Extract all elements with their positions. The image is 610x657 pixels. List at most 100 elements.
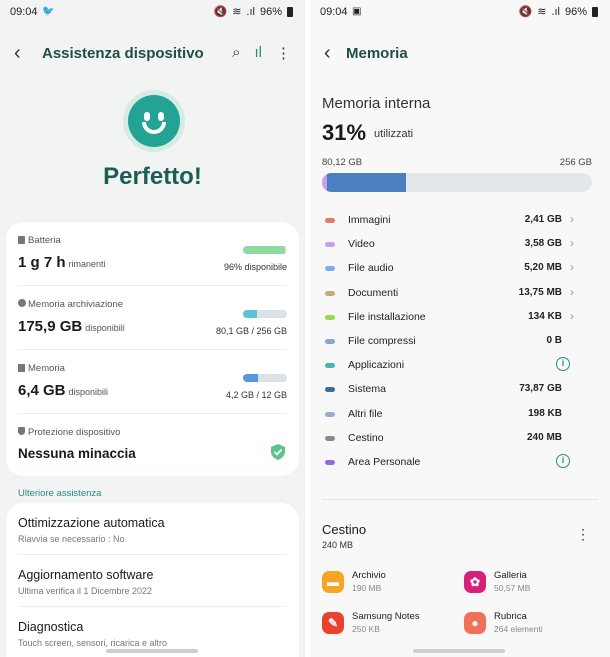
battery-small-icon — [18, 236, 25, 244]
contacts-icon: ● — [464, 612, 486, 634]
status-bar: 09:04 🐦 🔇 ≋ .ıl 96% — [0, 0, 305, 24]
chevron-right-icon[interactable]: › — [570, 285, 574, 299]
category-name: Applicazioni — [348, 359, 405, 372]
memory-detail: 4,2 GB / 12 GB — [225, 390, 287, 400]
app-name: Archivio — [352, 570, 386, 581]
total-amount: 256 GB — [559, 157, 592, 168]
category-name: Documenti — [348, 286, 399, 299]
mute-icon: 🔇 — [518, 6, 533, 18]
category-color-dot — [325, 363, 335, 369]
signal-icon: .ıl — [246, 5, 255, 18]
category-name: Video — [348, 238, 375, 251]
category-size: 134 KB — [528, 310, 562, 322]
back-arrow-icon[interactable]: ‹ — [14, 42, 21, 65]
category-name: Altri file — [348, 407, 383, 420]
storage-screen: 09:04 ▣ 🔇 ≋ .ıl 96% ‹ Memoria Memoria in… — [310, 0, 610, 657]
storage-category-area-personale[interactable]: Area Personale i — [322, 454, 574, 473]
storage-small-icon — [18, 299, 26, 307]
info-icon[interactable]: i — [556, 454, 570, 468]
battery-percent: 96% — [259, 5, 282, 18]
app-bar: ‹ Assistenza dispositivo ⌕ ıl ⋮ — [0, 38, 305, 70]
chevron-right-icon[interactable]: › — [570, 212, 574, 226]
info-icon[interactable]: i — [556, 357, 570, 372]
section-divider — [322, 499, 598, 500]
storage-bar — [243, 310, 287, 318]
wifi-icon: ≋ — [232, 6, 242, 18]
storage-category-documenti[interactable]: Documenti 13,75 MB › — [322, 285, 574, 304]
category-color-dot — [325, 266, 335, 272]
status-bar: 09:04 ▣ 🔇 ≋ .ıl 96% — [310, 0, 610, 24]
category-color-dot — [325, 387, 335, 393]
app-name: Samsung Notes — [352, 611, 420, 622]
battery-icon — [287, 6, 293, 17]
protection-row[interactable]: Protezione dispositivo Nessuna minaccia — [18, 426, 287, 472]
trash-app-archivio[interactable]: ▬ Archivio 190 MB — [322, 568, 462, 598]
category-name: Area Personale — [348, 456, 421, 468]
chevron-right-icon[interactable]: › — [570, 309, 574, 323]
battery-label: Batteria — [28, 235, 61, 246]
storage-category-video[interactable]: Video 3,58 GB › — [322, 236, 574, 255]
more-options-icon[interactable]: ⋮ — [576, 526, 590, 543]
gallery-notification-icon: ▣ — [352, 6, 362, 17]
category-color-dot — [325, 242, 335, 248]
storage-category-applicazioni[interactable]: Applicazioni i — [322, 357, 574, 376]
battery-icon — [592, 6, 598, 17]
storage-category-file-audio[interactable]: File audio 5,20 MB › — [322, 260, 574, 279]
chevron-right-icon[interactable]: › — [570, 260, 574, 274]
trash-size: 240 MB — [322, 540, 354, 550]
category-name: File audio — [348, 262, 394, 275]
category-name: Cestino — [348, 431, 384, 444]
more-options-icon[interactable]: ⋮ — [276, 44, 291, 62]
app-size: 264 elementi — [494, 624, 543, 634]
nav-handle[interactable] — [106, 649, 198, 653]
storage-category-immagini[interactable]: Immagini 2,41 GB › — [322, 212, 574, 231]
category-name: Immagini — [348, 214, 391, 226]
search-icon[interactable]: ⌕ — [232, 44, 240, 62]
trash-app-samsung-notes[interactable]: ✎ Samsung Notes 250 KB — [322, 609, 462, 639]
category-size: 2,41 GB — [524, 214, 562, 225]
storage-bar-segment-system — [327, 173, 406, 192]
status-smiley-icon — [123, 90, 185, 152]
category-name: File compressi — [348, 335, 416, 347]
trash-app-rubrica[interactable]: ● Rubrica 264 elementi — [464, 609, 604, 639]
section-title: Ulteriore assistenza — [18, 488, 102, 499]
trash-app-galleria[interactable]: ✿ Galleria 50,57 MB — [464, 568, 604, 598]
page-title: Assistenza dispositivo — [42, 45, 204, 62]
battery-row[interactable]: Batteria 1 g 7 h rimanenti 96% disponibil… — [18, 234, 287, 286]
memory-value: 6,4 GB disponibili — [18, 382, 109, 399]
page-title: Memoria — [346, 45, 408, 62]
storage-usage-bar — [322, 173, 592, 192]
app-name: Rubrica — [494, 611, 527, 622]
back-arrow-icon[interactable]: ‹ — [324, 42, 331, 65]
stats-icon[interactable]: ıl — [255, 44, 263, 62]
app-size: 190 MB — [352, 583, 382, 593]
internal-storage-label: Memoria interna — [322, 95, 431, 112]
gallery-icon: ✿ — [464, 571, 486, 593]
storage-category-file-installazione[interactable]: File installazione 134 KB › — [322, 309, 574, 328]
battery-detail: 96% disponibile — [223, 262, 287, 272]
storage-row[interactable]: Memoria archiviazione 175,9 GB disponibil… — [18, 298, 287, 350]
storage-detail: 80,1 GB / 256 GB — [215, 326, 287, 336]
battery-value: 1 g 7 h rimanenti — [18, 254, 106, 271]
category-color-dot — [325, 218, 335, 223]
category-color-dot — [325, 411, 335, 417]
category-size: 5,20 MB — [524, 262, 562, 274]
category-size: 13,75 MB — [518, 286, 562, 298]
protection-label: Protezione dispositivo — [28, 427, 121, 438]
chevron-right-icon[interactable]: › — [570, 236, 574, 250]
memory-row[interactable]: Memoria 6,4 GB disponibili 4,2 GB / 12 GB — [18, 362, 287, 414]
category-size: 198 KB — [528, 407, 562, 419]
storage-category-cestino: Cestino 240 MB — [322, 431, 574, 449]
storage-category-sistema: Sistema 73,87 GB — [322, 382, 574, 400]
protection-value: Nessuna minaccia — [18, 446, 136, 461]
app-name: Galleria — [494, 570, 527, 581]
app-size: 50,57 MB — [494, 583, 531, 593]
category-size: 73,87 GB — [519, 383, 562, 395]
category-name: Sistema — [348, 383, 386, 396]
used-percent: 31% — [322, 120, 367, 145]
category-color-dot — [325, 435, 335, 441]
nav-handle[interactable] — [413, 649, 505, 653]
memory-small-icon — [18, 364, 25, 372]
shield-small-icon — [18, 427, 25, 435]
category-size: 3,58 GB — [524, 238, 562, 250]
